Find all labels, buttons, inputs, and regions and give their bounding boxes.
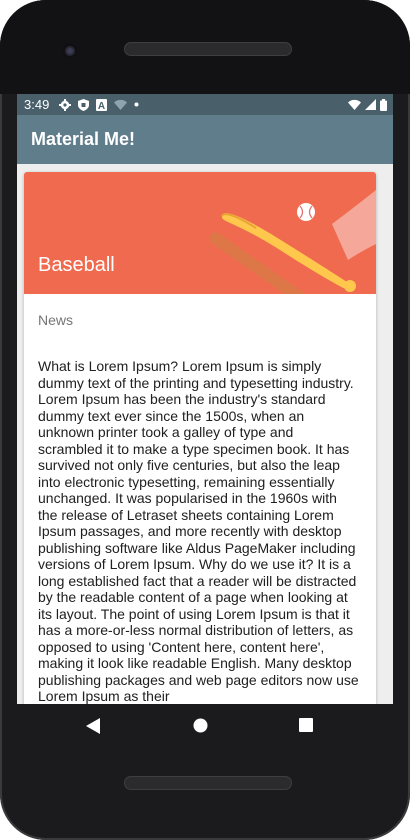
status-bar: 3:49 A	[17, 94, 393, 115]
sport-card[interactable]: Baseball News What is Lorem Ipsum? Lorem…	[24, 172, 376, 704]
navigation-bar	[0, 704, 410, 748]
card-header-image: Baseball	[24, 172, 376, 294]
status-left-icons: A	[59, 98, 139, 111]
earpiece-speaker	[124, 42, 292, 56]
app-title: Material Me!	[31, 129, 136, 149]
shield-icon	[78, 98, 90, 111]
wifi-off-icon	[114, 99, 128, 110]
status-time: 3:49	[24, 97, 50, 112]
svg-text:A: A	[98, 101, 105, 111]
home-icon[interactable]	[193, 718, 208, 733]
signal-icon	[365, 99, 376, 110]
settings-icon	[59, 98, 72, 111]
phone-bezel-top	[0, 0, 410, 94]
back-icon[interactable]	[86, 718, 100, 734]
card-subtitle: News	[38, 312, 74, 328]
dot-icon	[134, 102, 139, 107]
device-screen: 3:49 A Material Me! Baseball News What i…	[17, 94, 393, 704]
card-list[interactable]: Baseball News What is Lorem Ipsum? Lorem…	[17, 164, 393, 704]
card-title: Baseball	[38, 254, 115, 276]
font-a-icon: A	[96, 98, 108, 111]
status-right-icons	[348, 98, 387, 111]
battery-icon	[380, 98, 387, 111]
front-camera	[62, 43, 78, 59]
app-bar: Material Me!	[17, 115, 393, 164]
phone-frame: 3:49 A Material Me! Baseball News What i…	[0, 0, 410, 840]
recent-apps-icon[interactable]	[299, 718, 313, 732]
bottom-speaker	[124, 776, 292, 790]
card-body-text: What is Lorem Ipsum? Lorem Ipsum is simp…	[38, 358, 359, 704]
wifi-icon	[348, 99, 361, 110]
